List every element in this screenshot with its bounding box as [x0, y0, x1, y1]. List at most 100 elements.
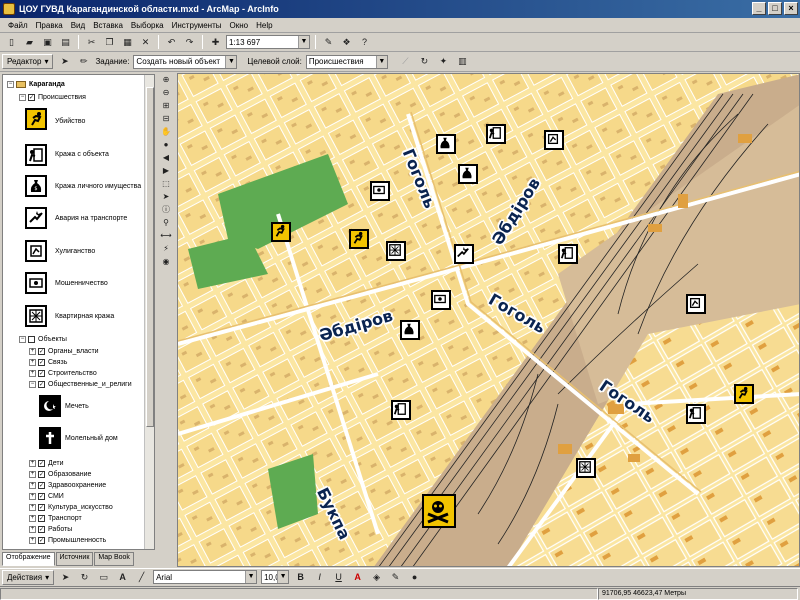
toc-layer-row[interactable]: + ✓ Органы_власти — [29, 346, 99, 357]
chevron-down-icon[interactable]: ▼ — [277, 571, 289, 583]
zoom-out-icon[interactable]: ⊖ — [160, 87, 173, 98]
line-color-icon[interactable]: ✎ — [388, 570, 403, 585]
fixed-zoom-in-icon[interactable]: ⊞ — [160, 100, 173, 111]
theft-object-marker-icon[interactable] — [558, 244, 578, 264]
hooliganism-marker-icon[interactable] — [544, 130, 564, 150]
expand-icon[interactable]: + — [29, 370, 36, 377]
menu-insert[interactable]: Вставка — [89, 21, 127, 30]
layer-checkbox[interactable]: ✓ — [38, 504, 45, 511]
expand-icon[interactable]: + — [29, 526, 36, 533]
toc-layer-row[interactable]: + ✓ Строительство — [29, 368, 97, 379]
expand-icon[interactable]: + — [29, 471, 36, 478]
tab-display[interactable]: Отображение — [2, 552, 55, 566]
toc-layer-row[interactable]: + ✓ Здравоохранение — [29, 480, 106, 491]
forward-icon[interactable]: ▶ — [160, 165, 173, 176]
toc-layer-row[interactable]: + ✓ Транспорт — [29, 513, 82, 524]
target-layer-combo[interactable]: Происшествия ▼ — [305, 54, 388, 69]
crash-marker-icon[interactable] — [454, 244, 474, 264]
full-extent-icon[interactable]: ● — [160, 139, 173, 150]
editor-dropdown[interactable]: Редактор ▾ — [2, 54, 54, 69]
money-bag-marker-icon[interactable] — [436, 134, 456, 154]
toc-scrollbar[interactable] — [144, 75, 154, 549]
theft-object-marker-icon[interactable] — [391, 400, 411, 420]
delete-icon[interactable]: ✕ — [138, 35, 153, 50]
burglary-marker-icon[interactable] — [386, 241, 406, 261]
menu-help[interactable]: Help — [252, 21, 276, 30]
select-features-icon[interactable]: ⬚ — [160, 178, 173, 189]
layer-checkbox[interactable]: ✓ — [38, 381, 45, 388]
text-tool-icon[interactable]: A — [115, 570, 130, 585]
toc-layer-row[interactable]: + ✓ СМИ — [29, 491, 64, 502]
collapse-icon[interactable]: − — [29, 381, 36, 388]
expand-icon[interactable]: + — [29, 460, 36, 467]
paste-icon[interactable]: ▦ — [120, 35, 135, 50]
cut-icon[interactable]: ✂ — [84, 35, 99, 50]
draw-line-icon[interactable]: ╱ — [134, 570, 149, 585]
copy-icon[interactable]: ❐ — [102, 35, 117, 50]
fixed-zoom-out-icon[interactable]: ⊟ — [160, 113, 173, 124]
close-button[interactable]: × — [784, 2, 798, 15]
menu-view[interactable]: Вид — [67, 21, 89, 30]
print-icon[interactable]: ▤ — [58, 35, 73, 50]
back-icon[interactable]: ◀ — [160, 152, 173, 163]
edit-tool-icon[interactable]: ➤ — [57, 54, 72, 69]
layer-checkbox[interactable]: ✓ — [38, 359, 45, 366]
arctoolbox-icon[interactable]: ❖ — [339, 35, 354, 50]
chevron-down-icon[interactable]: ▼ — [225, 55, 237, 68]
expand-icon[interactable]: + — [29, 504, 36, 511]
scrollbar-thumb[interactable] — [146, 87, 154, 427]
task-combo[interactable]: Создать новый объект ▼ — [133, 54, 238, 69]
identify-icon[interactable]: ⓘ — [160, 204, 173, 215]
skull-crossbones-marker-icon[interactable] — [422, 494, 456, 528]
expand-icon[interactable]: + — [29, 359, 36, 366]
theft-object-marker-icon[interactable] — [686, 404, 706, 424]
measure-icon[interactable]: ⟷ — [160, 230, 173, 241]
tab-map-book[interactable]: Map Book — [94, 552, 134, 566]
bold-button[interactable]: B — [293, 570, 308, 585]
menu-window[interactable]: Окно — [226, 21, 253, 30]
toc-layer-row[interactable]: + ✓ Культура_искусство — [29, 502, 113, 513]
map-view[interactable]: Гоголь Әбдіров Әбдіров Гоголь Гоголь Бук… — [177, 73, 800, 567]
split-tool-icon[interactable]: ⟋ — [398, 54, 413, 69]
redo-icon[interactable]: ↷ — [182, 35, 197, 50]
zoom-in-icon[interactable]: ⊕ — [160, 74, 173, 85]
toc-layer-row[interactable]: + ✓ Связь — [29, 357, 67, 368]
expand-icon[interactable]: + — [29, 348, 36, 355]
layer-checkbox[interactable]: ✓ — [28, 94, 35, 101]
toc-layer-row[interactable]: + ✓ Дети — [29, 458, 64, 469]
actions-dropdown[interactable]: Действия ▾ — [2, 569, 55, 585]
editor-toolbar-icon[interactable]: ✎ — [321, 35, 336, 50]
fraud-marker-icon[interactable] — [431, 290, 451, 310]
menu-file[interactable]: Файл — [4, 21, 32, 30]
toc-layer-row[interactable]: + ✓ Работы — [29, 524, 72, 535]
layer-checkbox[interactable]: ✓ — [38, 471, 45, 478]
theft-object-marker-icon[interactable] — [486, 124, 506, 144]
italic-button[interactable]: I — [312, 570, 327, 585]
hyperlink-icon[interactable]: ⚡ — [160, 243, 173, 254]
toc-layer-row[interactable]: + ✓ Образование — [29, 469, 91, 480]
open-folder-icon[interactable]: ▰ — [22, 35, 37, 50]
toc-objects-group[interactable]: − Объекты — [19, 334, 67, 345]
toc-root[interactable]: − Караганда — [7, 79, 65, 90]
expand-icon[interactable]: + — [29, 537, 36, 544]
rotate-icon[interactable]: ↻ — [77, 570, 92, 585]
collapse-icon[interactable]: − — [19, 336, 26, 343]
toc-layer-row[interactable]: − ✓ Общественные_и_религи — [29, 379, 132, 390]
attributes-icon[interactable]: ▥ — [455, 54, 470, 69]
globe-icon[interactable]: ◉ — [160, 256, 173, 267]
toc-incidents-group[interactable]: − ✓ Происшествия — [19, 92, 86, 103]
chevron-down-icon[interactable]: ▼ — [298, 36, 309, 48]
add-data-icon[interactable]: ✚ — [208, 35, 223, 50]
undo-icon[interactable]: ↶ — [164, 35, 179, 50]
chevron-down-icon[interactable]: ▼ — [245, 571, 257, 583]
collapse-icon[interactable]: − — [7, 81, 14, 88]
maximize-button[interactable]: □ — [768, 2, 782, 15]
tab-source[interactable]: Источник — [55, 552, 94, 566]
expand-icon[interactable]: + — [29, 515, 36, 522]
layer-checkbox[interactable]: ✓ — [38, 370, 45, 377]
sketch-tool-icon[interactable]: ✏ — [76, 54, 91, 69]
expand-icon[interactable]: + — [29, 482, 36, 489]
select-elements-icon[interactable]: ➤ — [58, 570, 73, 585]
font-color-button[interactable]: A — [350, 570, 365, 585]
murder-marker-icon[interactable] — [734, 384, 754, 404]
